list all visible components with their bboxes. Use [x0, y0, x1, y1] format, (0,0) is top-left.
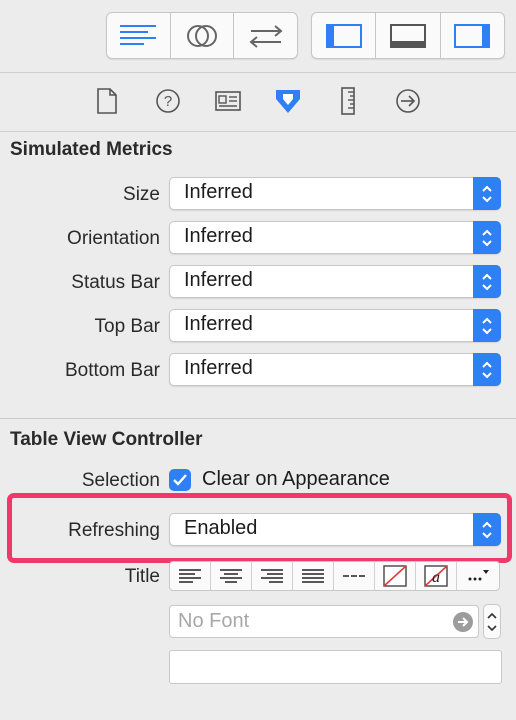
align-justify-icon	[302, 569, 324, 583]
ellipsis-dropdown-icon	[468, 570, 489, 581]
align-justify-button[interactable]	[293, 562, 334, 590]
ruler-icon	[341, 87, 355, 115]
bottom-bar-label: Bottom Bar	[64, 360, 160, 381]
utilities-toggle-button[interactable]	[441, 13, 504, 58]
text-color-button[interactable]	[375, 562, 416, 590]
align-right-button[interactable]	[252, 562, 293, 590]
question-mark-icon: ?	[156, 89, 180, 113]
chevron-up-down-icon	[473, 177, 501, 210]
size-value: Inferred	[184, 181, 253, 203]
chevron-up-down-icon	[473, 353, 501, 386]
selection-label: Selection	[81, 470, 160, 491]
text-alignment-segmented-control: a	[169, 561, 500, 591]
orientation-value: Inferred	[184, 225, 253, 247]
align-left-button[interactable]	[170, 562, 211, 590]
bottom-bar-value: Inferred	[184, 357, 253, 379]
navigator-toggle-icon	[325, 23, 362, 48]
title-text-field[interactable]	[169, 650, 502, 684]
version-editor-icon	[249, 24, 283, 48]
top-bar-label: Top Bar	[94, 316, 160, 337]
top-bar-popup[interactable]: Inferred	[169, 309, 501, 342]
size-popup[interactable]: Inferred	[169, 177, 501, 210]
checkmark-icon	[173, 474, 187, 486]
refreshing-highlight-box	[7, 493, 512, 563]
debug-area-toggle-button[interactable]	[376, 13, 441, 58]
chevron-up-down-icon	[473, 265, 501, 298]
chevron-up-down-icon	[473, 221, 501, 254]
align-natural-button[interactable]	[334, 562, 375, 590]
navigator-toggle-button[interactable]	[312, 13, 377, 58]
tab-connections-inspector[interactable]	[394, 87, 422, 115]
panel-toggle-segmented-control	[311, 12, 505, 59]
debug-area-toggle-icon	[389, 23, 426, 48]
tab-identity-inspector[interactable]	[214, 87, 242, 115]
arrow-circle-icon	[396, 89, 420, 113]
tab-size-inspector[interactable]	[334, 87, 362, 115]
svg-text:?: ?	[164, 93, 172, 110]
tab-attributes-inspector[interactable]	[274, 87, 302, 115]
font-size-stepper[interactable]	[483, 604, 501, 639]
status-bar-label: Status Bar	[71, 272, 160, 293]
align-center-button[interactable]	[211, 562, 252, 590]
more-options-button[interactable]	[457, 562, 499, 590]
file-icon	[97, 88, 117, 114]
align-left-icon	[179, 569, 201, 583]
size-label: Size	[123, 184, 160, 205]
window-toolbar	[0, 0, 516, 73]
version-editor-button[interactable]	[234, 13, 297, 58]
attributes-shield-icon	[276, 90, 300, 113]
simulated-metrics-heading: Simulated Metrics	[10, 139, 173, 160]
assistant-editor-button[interactable]	[171, 13, 235, 58]
shadow-color-swatch-icon: a	[424, 565, 448, 587]
section-divider	[0, 418, 516, 419]
chevron-up-down-icon	[487, 612, 497, 631]
status-bar-value: Inferred	[184, 269, 253, 291]
clear-on-appearance-checkbox[interactable]	[169, 469, 191, 491]
utilities-toggle-icon	[454, 23, 491, 48]
title-label: Title	[124, 566, 160, 587]
assistant-editor-icon	[187, 24, 217, 47]
orientation-popup[interactable]: Inferred	[169, 221, 501, 254]
tab-file-inspector[interactable]	[93, 87, 121, 115]
text-color-swatch-icon	[383, 565, 407, 587]
arrow-right-circle-icon[interactable]	[453, 612, 473, 632]
bottom-bar-popup[interactable]: Inferred	[169, 353, 501, 386]
svg-text:a: a	[432, 569, 440, 586]
chevron-up-down-icon	[473, 309, 501, 342]
status-bar-popup[interactable]: Inferred	[169, 265, 501, 298]
inspector-tab-bar: ?	[0, 73, 516, 132]
top-bar-value: Inferred	[184, 313, 253, 335]
identity-card-icon	[215, 91, 241, 111]
standard-editor-button[interactable]	[107, 13, 171, 58]
font-placeholder: No Font	[178, 610, 250, 632]
standard-editor-icon	[120, 24, 157, 45]
table-view-controller-heading: Table View Controller	[10, 429, 203, 450]
clear-on-appearance-label: Clear on Appearance	[202, 468, 390, 490]
align-right-icon	[261, 569, 283, 583]
align-center-icon	[220, 569, 242, 583]
font-field[interactable]: No Font	[169, 605, 479, 638]
align-natural-icon	[343, 575, 365, 577]
tab-quick-help[interactable]: ?	[154, 87, 182, 115]
orientation-label: Orientation	[67, 228, 160, 249]
editor-mode-segmented-control	[106, 12, 298, 59]
shadow-color-button[interactable]: a	[416, 562, 457, 590]
